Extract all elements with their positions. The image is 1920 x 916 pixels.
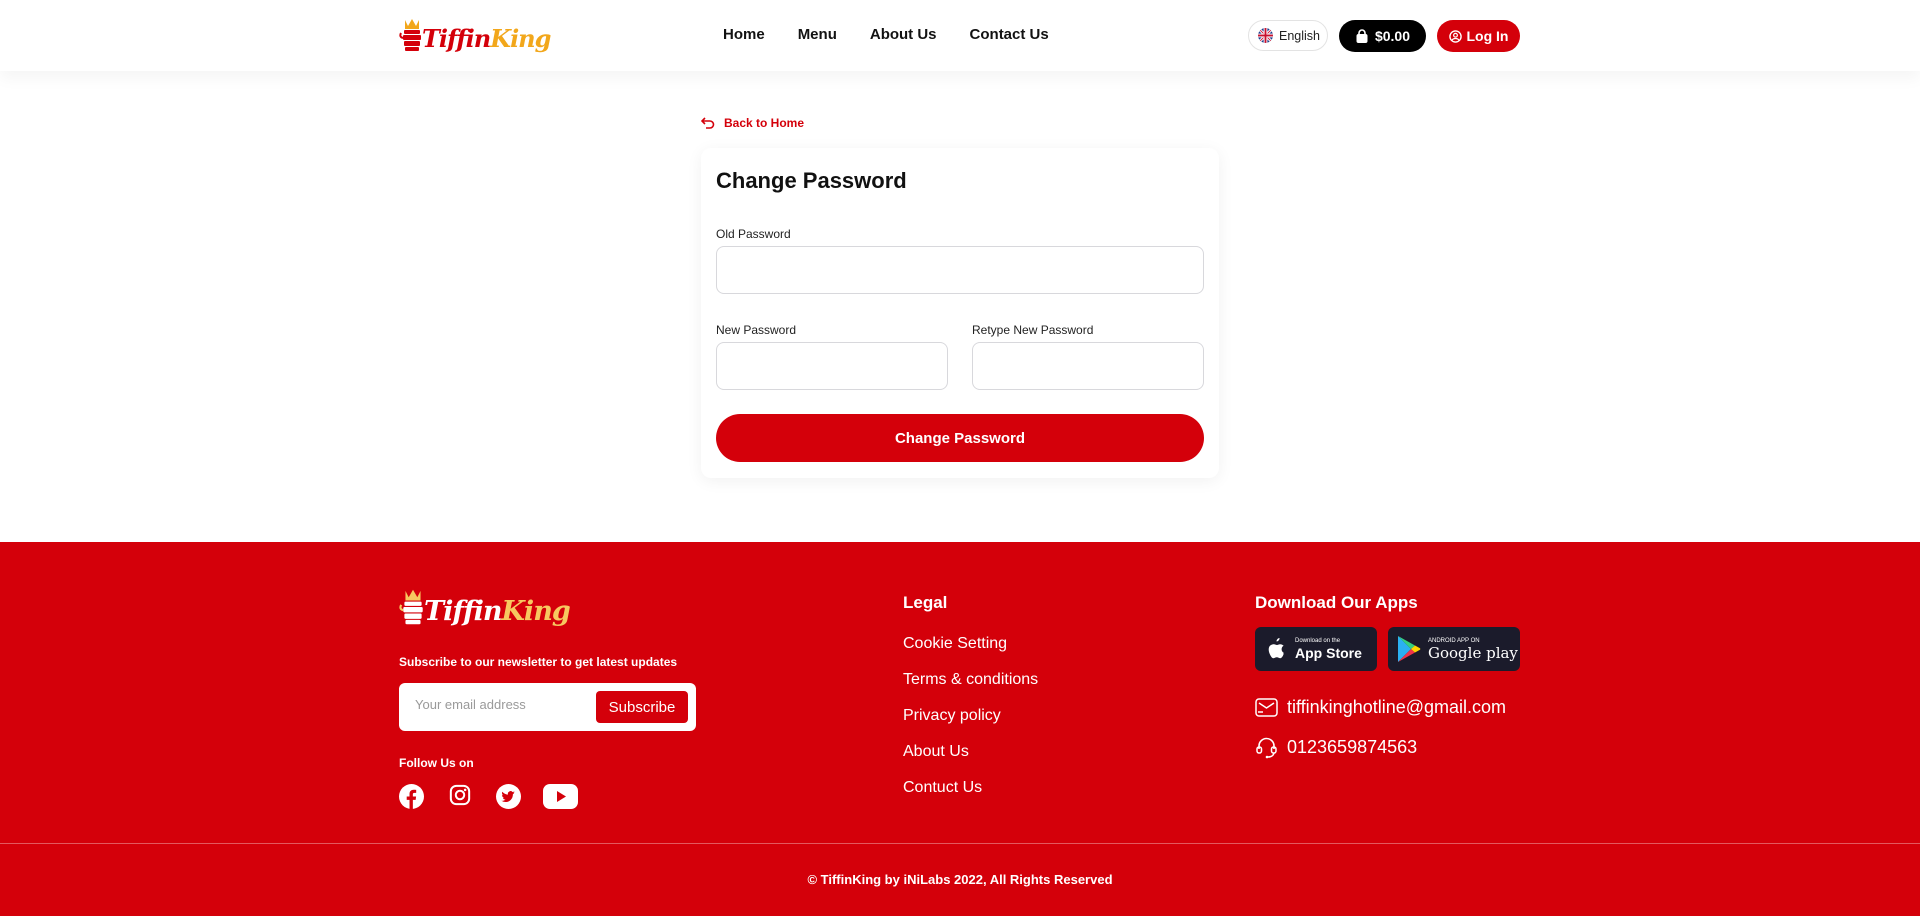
retype-password-input[interactable]	[972, 342, 1204, 390]
login-button[interactable]: Log In	[1437, 20, 1520, 52]
legal-title: Legal	[903, 593, 948, 612]
newsletter-text: Subscribe to our newsletter to get lates…	[399, 655, 678, 669]
youtube-icon[interactable]	[543, 784, 578, 809]
follow-us-label: Follow Us on	[399, 756, 474, 770]
contact-phone-text: 0123659874563	[1287, 737, 1418, 757]
google-play-icon	[1398, 636, 1421, 662]
newsletter-email-input[interactable]	[415, 697, 585, 712]
page-title: Change Password	[716, 168, 907, 193]
crown-logo-icon	[399, 589, 423, 625]
nav-about-us[interactable]: About Us	[870, 26, 937, 44]
new-password-input[interactable]	[716, 342, 948, 390]
contact-email-text: tiffinkinghotline@gmail.com	[1287, 697, 1507, 717]
site-logo[interactable]: TiffinKing	[399, 17, 551, 53]
shopping-bag-icon	[1356, 28, 1368, 43]
google-play-badge[interactable]: ANDROID APP ON Google play	[1388, 627, 1520, 671]
uk-flag-icon	[1258, 28, 1273, 43]
nav-contact-us[interactable]: Contact Us	[970, 26, 1049, 44]
retype-password-label: Retype New Password	[972, 323, 1094, 337]
nav-menu[interactable]: Menu	[798, 26, 837, 44]
back-to-home-link[interactable]: Back to Home	[701, 116, 804, 130]
apple-icon	[1268, 638, 1284, 659]
cart-button[interactable]: $0.00	[1339, 20, 1426, 52]
main-nav: Home Menu About Us Contact Us	[723, 26, 1082, 44]
download-apps-title: Download Our Apps	[1255, 593, 1418, 612]
instagram-icon[interactable]	[449, 784, 471, 806]
user-circle-icon	[1448, 29, 1462, 43]
site-footer: TiffinKing Subscribe to our newsletter t…	[0, 542, 1920, 916]
contact-us-link[interactable]: Contuct Us	[903, 779, 982, 797]
terms-conditions-link[interactable]: Terms & conditions	[903, 671, 1038, 689]
app-store-text: App Store	[1295, 644, 1362, 661]
change-password-card: Change Password Old Password New Passwor…	[701, 148, 1219, 478]
site-header: TiffinKing Home Menu About Us Contact Us…	[0, 0, 1920, 71]
language-selector[interactable]: English	[1248, 20, 1328, 51]
return-arrow-icon	[701, 117, 715, 129]
old-password-label: Old Password	[716, 227, 791, 241]
privacy-policy-link[interactable]: Privacy policy	[903, 707, 1001, 725]
footer-divider	[0, 843, 1920, 844]
footer-logo-wordmark: TiffinKing	[424, 596, 571, 627]
login-label: Log In	[1466, 28, 1509, 44]
subscribe-button[interactable]: Subscribe	[596, 691, 688, 723]
back-to-home-label: Back to Home	[724, 116, 805, 130]
twitter-icon[interactable]	[496, 784, 521, 809]
email-icon	[1255, 698, 1278, 717]
cart-total: $0.00	[1374, 28, 1411, 44]
contact-email[interactable]: tiffinkinghotline@gmail.com	[1255, 697, 1506, 718]
new-password-label: New Password	[716, 323, 797, 337]
language-label: English	[1279, 28, 1320, 43]
old-password-input[interactable]	[716, 246, 1204, 294]
headset-icon	[1256, 737, 1277, 759]
newsletter-form: Subscribe	[399, 683, 696, 731]
logo-wordmark: TiffinKing	[422, 24, 551, 53]
copyright-text: © TiffinKing by iNiLabs 2022, All Rights…	[807, 872, 1113, 887]
cookie-setting-link[interactable]: Cookie Setting	[903, 635, 1007, 653]
contact-phone[interactable]: 0123659874563	[1255, 736, 1417, 759]
footer-logo[interactable]: TiffinKing	[399, 587, 571, 627]
app-store-small-text: Download on the	[1295, 637, 1341, 644]
nav-home[interactable]: Home	[723, 26, 765, 44]
facebook-icon[interactable]	[399, 784, 424, 809]
google-play-text: Google play	[1428, 643, 1518, 662]
app-store-badge[interactable]: Download on the App Store	[1255, 627, 1377, 671]
about-us-link[interactable]: About Us	[903, 743, 969, 761]
change-password-button[interactable]: Change Password	[716, 414, 1204, 462]
